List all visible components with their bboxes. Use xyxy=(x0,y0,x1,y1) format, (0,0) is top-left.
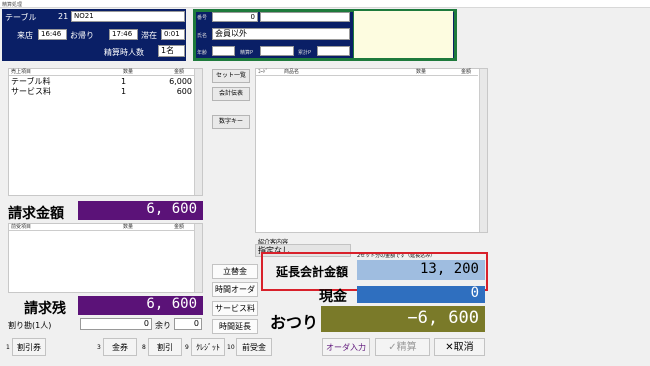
customer-memo-box[interactable] xyxy=(353,11,453,58)
change-amount: −6, 600 xyxy=(321,306,485,332)
points-field[interactable] xyxy=(260,46,294,56)
prepaid-list-header: 前受項目 数量 金額 xyxy=(9,224,194,231)
arrive-label: 来店 xyxy=(17,31,33,40)
age-field[interactable] xyxy=(212,46,235,56)
leave-time-field[interactable]: 17:46 xyxy=(109,29,138,40)
total-points-label: 累計P xyxy=(298,50,312,56)
sales-header-item: 売上項目 xyxy=(11,69,32,75)
table-name-field[interactable]: NO21 xyxy=(71,11,185,22)
key-8: 8 xyxy=(142,344,146,351)
remainder-field[interactable]: 0 xyxy=(174,318,202,330)
customer-no-field[interactable]: 0 xyxy=(212,12,258,22)
invoice-label: 請求金額 xyxy=(8,206,64,222)
key-1: 1 xyxy=(6,344,10,351)
product-list[interactable] xyxy=(255,68,488,233)
order-input-button[interactable]: オーダ入力 xyxy=(322,338,370,356)
change-label: おつり xyxy=(270,313,319,332)
product-list-header: ｺｰﾄﾞ 商品名 数量 金額 xyxy=(256,69,478,76)
settle-button[interactable]: ✓精算 xyxy=(375,338,430,356)
product-header-code: ｺｰﾄﾞ xyxy=(258,69,269,75)
cancel-button[interactable]: ✕取消 xyxy=(434,338,485,356)
customer-no-extra-field[interactable] xyxy=(260,12,350,22)
cash-field[interactable]: 0 xyxy=(357,286,485,303)
product-header-qty: 数量 xyxy=(416,69,427,75)
prepaid-button[interactable]: 前受金 xyxy=(236,338,272,356)
cash-label: 現金 xyxy=(319,289,347,305)
prepaid-header-amount: 金額 xyxy=(174,224,185,230)
sales-header-amount: 金額 xyxy=(174,69,185,75)
count-field[interactable]: 1名 xyxy=(158,45,185,57)
balance-amount: 6, 600 xyxy=(78,296,203,315)
set-list-button[interactable]: セット一覧 xyxy=(212,69,250,83)
stay-label: 滞在 xyxy=(141,31,157,40)
count-label: 精算時人数 xyxy=(104,48,144,57)
table-row[interactable]: サービス料 1 600 xyxy=(11,87,194,97)
row-qty: 1 xyxy=(121,77,127,86)
window-titlebar xyxy=(0,0,650,8)
table-label: テーブル xyxy=(5,13,37,22)
product-header-name: 商品名 xyxy=(284,69,300,75)
advance-button[interactable]: 立替金 xyxy=(212,264,258,279)
discount-button[interactable]: 割引 xyxy=(148,338,182,356)
balance-label: 請求残 xyxy=(24,301,66,317)
remainder-label: 余り xyxy=(155,321,171,330)
key-9: 9 xyxy=(185,344,189,351)
accounting-slip-button[interactable]: 会計伝表 xyxy=(212,87,250,101)
table-number: 21 xyxy=(58,12,69,21)
product-scrollbar[interactable] xyxy=(479,69,487,232)
key-3: 3 xyxy=(97,344,101,351)
row-item: サービス料 xyxy=(11,87,51,96)
customer-name-field[interactable]: 会員以外 xyxy=(212,28,350,40)
points-label: 精算P xyxy=(240,50,254,56)
customer-no-label: 番号 xyxy=(197,15,208,21)
arrive-time-field[interactable]: 16:46 xyxy=(38,29,67,40)
numeric-key-button[interactable]: 数字キー xyxy=(212,115,250,129)
service-fee-button[interactable]: サービス料 xyxy=(212,301,258,316)
product-header-amount: 金額 xyxy=(461,69,472,75)
credit-button[interactable]: ｸﾚｼﾞｯﾄ xyxy=(191,338,225,356)
stay-time-field[interactable]: 0:01 xyxy=(161,29,185,40)
age-label: 年齢 xyxy=(197,50,208,56)
split-label: 割り勘(1人) xyxy=(8,321,52,330)
invoice-amount: 6, 600 xyxy=(78,201,203,220)
leave-label: お帰り xyxy=(70,31,94,40)
prepaid-header-qty: 数量 xyxy=(123,224,134,230)
key-10: 10 xyxy=(227,344,235,351)
customer-name-label: 氏名 xyxy=(197,33,208,39)
prepaid-scrollbar[interactable] xyxy=(194,224,202,292)
total-points-field[interactable] xyxy=(317,46,350,56)
discount-ticket-button[interactable]: 割引券 xyxy=(12,338,46,356)
voucher-button[interactable]: 金券 xyxy=(103,338,137,356)
row-amount: 600 xyxy=(176,87,192,96)
prepaid-list[interactable] xyxy=(8,223,203,293)
prepaid-header-item: 前受項目 xyxy=(11,224,32,230)
row-amount: 6,000 xyxy=(169,77,192,86)
split-field[interactable]: 0 xyxy=(80,318,152,330)
sales-list-header: 売上項目 数量 金額 xyxy=(9,69,194,76)
table-row[interactable]: テーブル料 1 6,000 xyxy=(11,77,194,87)
window-title: 精算処理 xyxy=(2,2,23,8)
row-qty: 1 xyxy=(121,87,127,96)
row-item: テーブル料 xyxy=(11,77,51,86)
sales-header-qty: 数量 xyxy=(123,69,134,75)
time-order-button[interactable]: 時間オーダー xyxy=(212,282,258,307)
sales-scrollbar[interactable] xyxy=(194,69,202,195)
time-extend-button[interactable]: 時間延長 xyxy=(212,319,258,334)
